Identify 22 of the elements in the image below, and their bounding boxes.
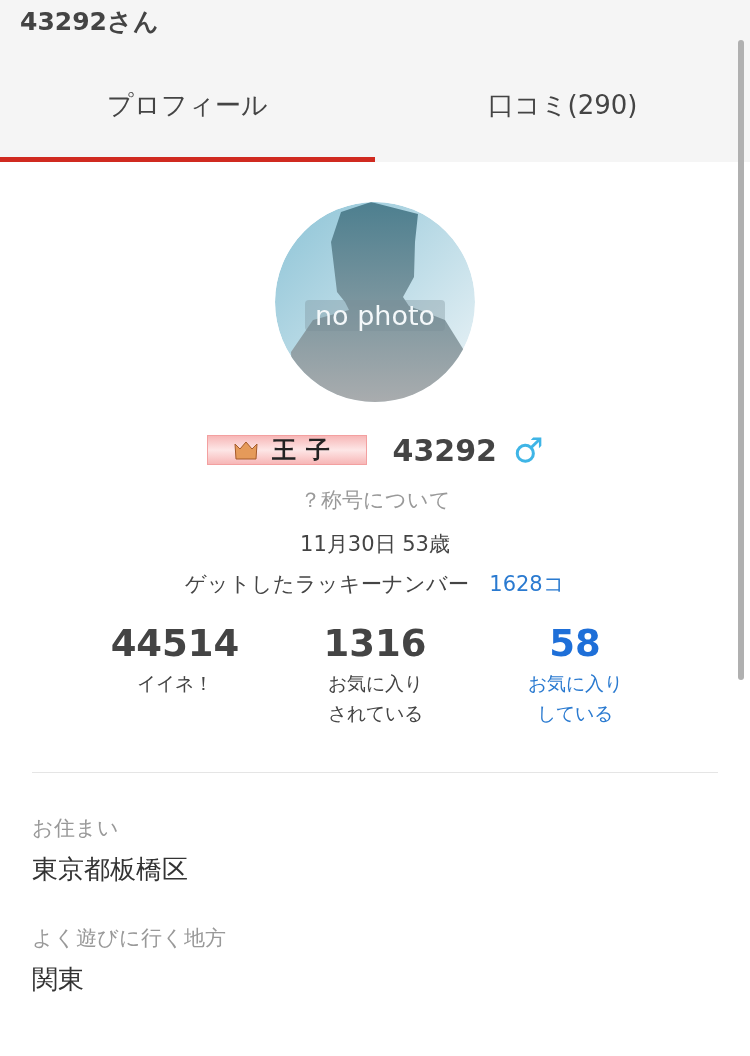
page-title: 43292さん (20, 6, 160, 38)
crown-icon (233, 440, 258, 460)
info-label: よく遊びに行く地方 (32, 925, 227, 952)
avatar-label: no photo (305, 300, 445, 331)
stat-label: お気に入りされている (326, 671, 424, 726)
title-badge: 王子 (206, 435, 367, 465)
info-value: 関東 (32, 963, 85, 996)
stat-value[interactable]: 58 (549, 620, 601, 668)
gender-symbol: ♂ (512, 430, 544, 470)
stat-label: イイネ！ (136, 671, 214, 696)
birthday-age: 11月30日 53歳 (300, 531, 450, 558)
avatar-silhouette-icon (275, 202, 475, 402)
stat-label[interactable]: お気に入りしている (524, 668, 626, 728)
stat-value: 1316 (323, 621, 427, 667)
scrollbar[interactable] (738, 40, 744, 680)
title-help-link[interactable]: ？称号について (299, 486, 451, 514)
user-name: 43292 (392, 432, 497, 468)
stat-value: 44514 (110, 621, 240, 667)
lucky-number-link[interactable]: 1628コ (489, 570, 565, 598)
info-value: 東京都板橋区 (32, 853, 189, 886)
lucky-number-label: ゲットしたラッキーナンバー (185, 571, 470, 598)
info-label: お住まい (32, 815, 120, 842)
